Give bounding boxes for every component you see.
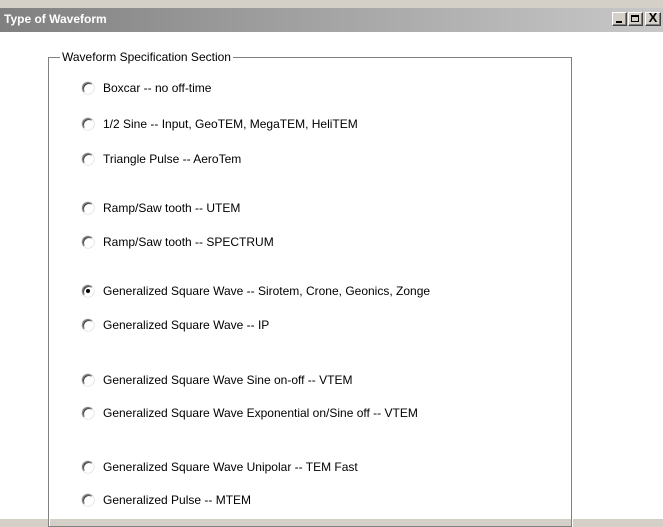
radio-label[interactable]: 1/2 Sine -- Input, GeoTEM, MegaTEM, Heli… [103,117,358,132]
radio-button[interactable] [82,82,94,94]
title-bar[interactable]: Type of Waveform X [0,8,663,32]
radio-button[interactable] [82,202,94,214]
radio-selected-dot [86,289,90,293]
close-icon: X [648,10,658,25]
radio-label[interactable]: Generalized Square Wave Sine on-off -- V… [103,373,352,388]
radio-button[interactable] [82,374,94,386]
radio-label[interactable]: Boxcar -- no off-time [103,81,211,96]
radio-button[interactable] [82,461,94,473]
radio-button[interactable] [82,494,94,506]
radio-label[interactable]: Generalized Pulse -- MTEM [103,493,251,508]
close-button[interactable]: X [645,10,661,26]
group-legend: Waveform Specification Section [60,50,233,64]
radio-button[interactable] [82,153,94,165]
radio-button[interactable] [82,285,94,297]
radio-button[interactable] [82,407,94,419]
radio-label[interactable]: Ramp/Saw tooth -- SPECTRUM [103,235,274,250]
radio-label[interactable]: Triangle Pulse -- AeroTem [103,152,241,167]
radio-label[interactable]: Generalized Square Wave -- Sirotem, Cron… [103,284,430,299]
maximize-button[interactable] [628,12,643,26]
radio-button[interactable] [82,118,94,130]
minimize-button[interactable] [612,12,627,26]
radio-label[interactable]: Generalized Square Wave Exponential on/S… [103,406,418,421]
radio-label[interactable]: Generalized Square Wave -- IP [103,318,269,333]
maximize-icon [631,15,639,22]
radio-label[interactable]: Generalized Square Wave Unipolar -- TEM … [103,460,358,475]
radio-button[interactable] [82,319,94,331]
window-title: Type of Waveform [4,12,107,26]
radio-button[interactable] [82,236,94,248]
minimize-icon [616,21,622,23]
waveform-dialog-window: Type of Waveform X Waveform Specificatio… [0,0,663,527]
radio-label[interactable]: Ramp/Saw tooth -- UTEM [103,201,240,216]
